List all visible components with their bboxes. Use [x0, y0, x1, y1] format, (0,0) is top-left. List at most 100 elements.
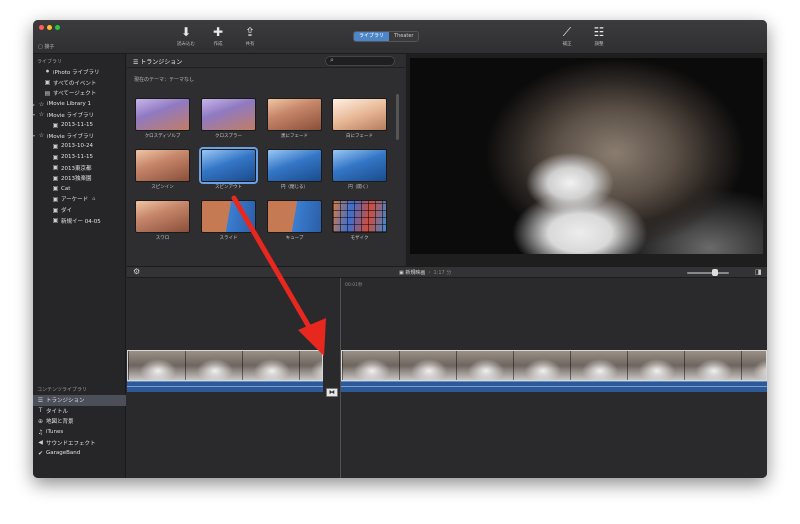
sidebar-item[interactable]: ▣ 2013東京都: [33, 162, 125, 173]
playhead-timecode: 00:01秒: [345, 283, 363, 288]
sidebar-item[interactable]: ▤ すべてージェクト: [33, 88, 125, 99]
content-library-item[interactable]: ♫ iTunes: [33, 427, 126, 438]
transition-tile[interactable]: 白にフェード: [332, 98, 387, 139]
library-header: ライブラリ: [37, 59, 63, 65]
zoom-window-button[interactable]: [55, 25, 60, 30]
sidebar-item-label: 2013独楽園: [61, 176, 92, 183]
content-library-item[interactable]: ☰ トランジション: [33, 395, 126, 406]
sidebar-item[interactable]: ▣ 2013-11-15: [33, 152, 125, 163]
share-button[interactable]: ⇪ 共有: [235, 25, 265, 47]
sidebar-item[interactable]: ⏺ iPhoto ライブラリ: [33, 67, 125, 78]
sidebar-item[interactable]: ▸ ☆ iMovie Library 1: [33, 99, 125, 110]
sidebar-item[interactable]: ▣ ダイ: [33, 205, 125, 216]
transition-tile[interactable]: スワロ: [135, 200, 190, 241]
tab-library[interactable]: ライブラリ: [354, 32, 390, 41]
browser-header: ☰ トランジション ⌕: [127, 54, 405, 68]
video-preview[interactable]: [410, 58, 763, 254]
sidebar-item-label: 2013-10-24: [61, 143, 93, 150]
library-item-icon: ☆: [38, 100, 45, 108]
gear-icon[interactable]: ⚙: [133, 267, 140, 276]
project-title: ▣ 新規映画 ・ 1:17 分: [399, 269, 451, 276]
create-button[interactable]: ✚ 作成: [203, 25, 233, 47]
browser-scrollbar[interactable]: [396, 94, 399, 140]
library-item-icon: ▣: [52, 121, 59, 129]
transition-caption: スライド: [219, 236, 238, 241]
content-library-item[interactable]: T タイトル: [33, 406, 126, 417]
share-icon: ⇪: [244, 25, 256, 39]
audio-track-1[interactable]: [127, 381, 323, 392]
transition-thumbnail: [332, 149, 387, 182]
sidebar-item[interactable]: ▣ すべてのイベント: [33, 78, 125, 89]
transition-caption: キューブ: [285, 236, 304, 241]
content-library-item[interactable]: ◀ サウンドエフェクト: [33, 437, 126, 448]
sidebar-item[interactable]: ▣ 新規イー 04-05: [33, 215, 125, 226]
import-button[interactable]: ⬇ 読み込む: [171, 25, 201, 47]
transition-thumbnail: [135, 200, 190, 233]
transition-tile[interactable]: スライド: [201, 200, 256, 241]
tab-theater[interactable]: Theater: [389, 32, 419, 41]
sidebar-item[interactable]: ▣ Cat: [33, 184, 125, 195]
transition-tile[interactable]: キューブ: [267, 200, 322, 241]
transition-caption: クロスブラー: [215, 134, 242, 139]
transition-tile[interactable]: スピンアウト: [199, 147, 258, 190]
create-label: 作成: [213, 42, 223, 47]
minimize-window-button[interactable]: [47, 25, 52, 30]
search-input[interactable]: ⌕: [325, 56, 395, 66]
transition-caption: 円（開く）: [348, 185, 371, 190]
magic-wand-icon: ⟋: [562, 25, 572, 39]
clip-appearance-icon[interactable]: ◨: [755, 268, 762, 276]
sidebar-item[interactable]: ▣ 2013独楽園: [33, 173, 125, 184]
library-item-icon: ▣: [52, 217, 59, 225]
sidebar-item[interactable]: ▣ 2013-11-15: [33, 120, 125, 131]
sidebar-item[interactable]: ▣ アーケード ⌂: [33, 194, 125, 205]
content-library: コンテンツライブラリ ☰ トランジション T タイトル ⊕ 地図と背景 ♫ iTunes ◀ サウ…: [33, 382, 126, 459]
content-library-header: コンテンツライブラリ: [37, 387, 88, 393]
transition-thumbnail: [135, 98, 190, 131]
transition-tile[interactable]: 円（閉じる）: [267, 149, 322, 190]
sidebar-toggle-button[interactable]: ▢ 接子: [38, 43, 54, 50]
transition-thumbnail: [199, 147, 258, 184]
video-clip-1[interactable]: [127, 350, 323, 381]
library-item-icon: ▣: [52, 153, 59, 161]
library-list: ⏺ iPhoto ライブラリ ▣ すべてのイベント ▤ すべてージェクト ▸ ☆ iMovie …: [33, 67, 125, 226]
content-item-icon: ♫: [37, 428, 44, 436]
transition-tile[interactable]: モザイク: [332, 200, 387, 241]
sidebar-item[interactable]: ▾ ☆ iMovie ライブラリ: [33, 131, 125, 142]
search-icon: ⌕: [330, 56, 334, 64]
content-library-item[interactable]: ✔ GarageBand: [33, 448, 126, 459]
content-library-item[interactable]: ⊕ 地図と背景: [33, 416, 126, 427]
zoom-slider-knob[interactable]: [712, 269, 718, 276]
transition-marker-icon[interactable]: ⧓: [326, 388, 338, 397]
transition-tile[interactable]: 円（開く）: [332, 149, 387, 190]
share-label: 共有: [245, 42, 255, 47]
transition-thumbnail: [267, 200, 322, 233]
transition-caption: スワロ: [155, 236, 170, 241]
transition-tile[interactable]: クロスブラー: [201, 98, 256, 139]
library-item-icon: ⏺: [45, 68, 49, 76]
sidebar-item-label: iMovie ライブラリ: [47, 112, 95, 119]
sidebar-item[interactable]: ▣ 2013-10-24: [33, 141, 125, 152]
content-item-label: トランジション: [46, 398, 85, 405]
adjust-label: 調整: [594, 42, 604, 47]
audio-track-2[interactable]: [341, 381, 767, 392]
viewer: [406, 54, 767, 266]
sidebar-item-label: 2013-11-15: [61, 122, 93, 129]
sidebar-item[interactable]: ▾ ☆ iMovie ライブラリ: [33, 109, 125, 120]
zoom-slider-track[interactable]: [687, 272, 729, 274]
transition-tile[interactable]: クロスディゾルブ: [135, 98, 190, 139]
content-item-label: タイトル: [46, 408, 69, 415]
import-label: 読み込む: [177, 42, 195, 47]
transition-tile[interactable]: スピンイン: [135, 149, 190, 190]
close-window-button[interactable]: [39, 25, 44, 30]
library-item-icon: ▣: [52, 142, 59, 150]
adjust-button[interactable]: ☷ 調整: [584, 25, 614, 47]
sidebar-item-label: 新規イー 04-05: [61, 218, 101, 225]
sidebar-item-label: iMovie Library 1: [47, 101, 92, 108]
transition-thumbnail: [267, 149, 322, 182]
video-clip-2[interactable]: [341, 350, 767, 381]
sidebar-item-label: 2013-11-15: [61, 154, 93, 161]
enhance-button[interactable]: ⟋ 補正: [552, 25, 582, 47]
timeline-toolbar: ⚙ ▣ 新規映画 ・ 1:17 分 ◨: [127, 266, 767, 278]
toolbar: ▢ 接子 ⬇ 読み込む ✚ 作成 ⇪ 共有 ライブラリ Theater ⟋ 補正…: [33, 20, 767, 54]
transition-tile[interactable]: 黒にフェード: [267, 98, 322, 139]
